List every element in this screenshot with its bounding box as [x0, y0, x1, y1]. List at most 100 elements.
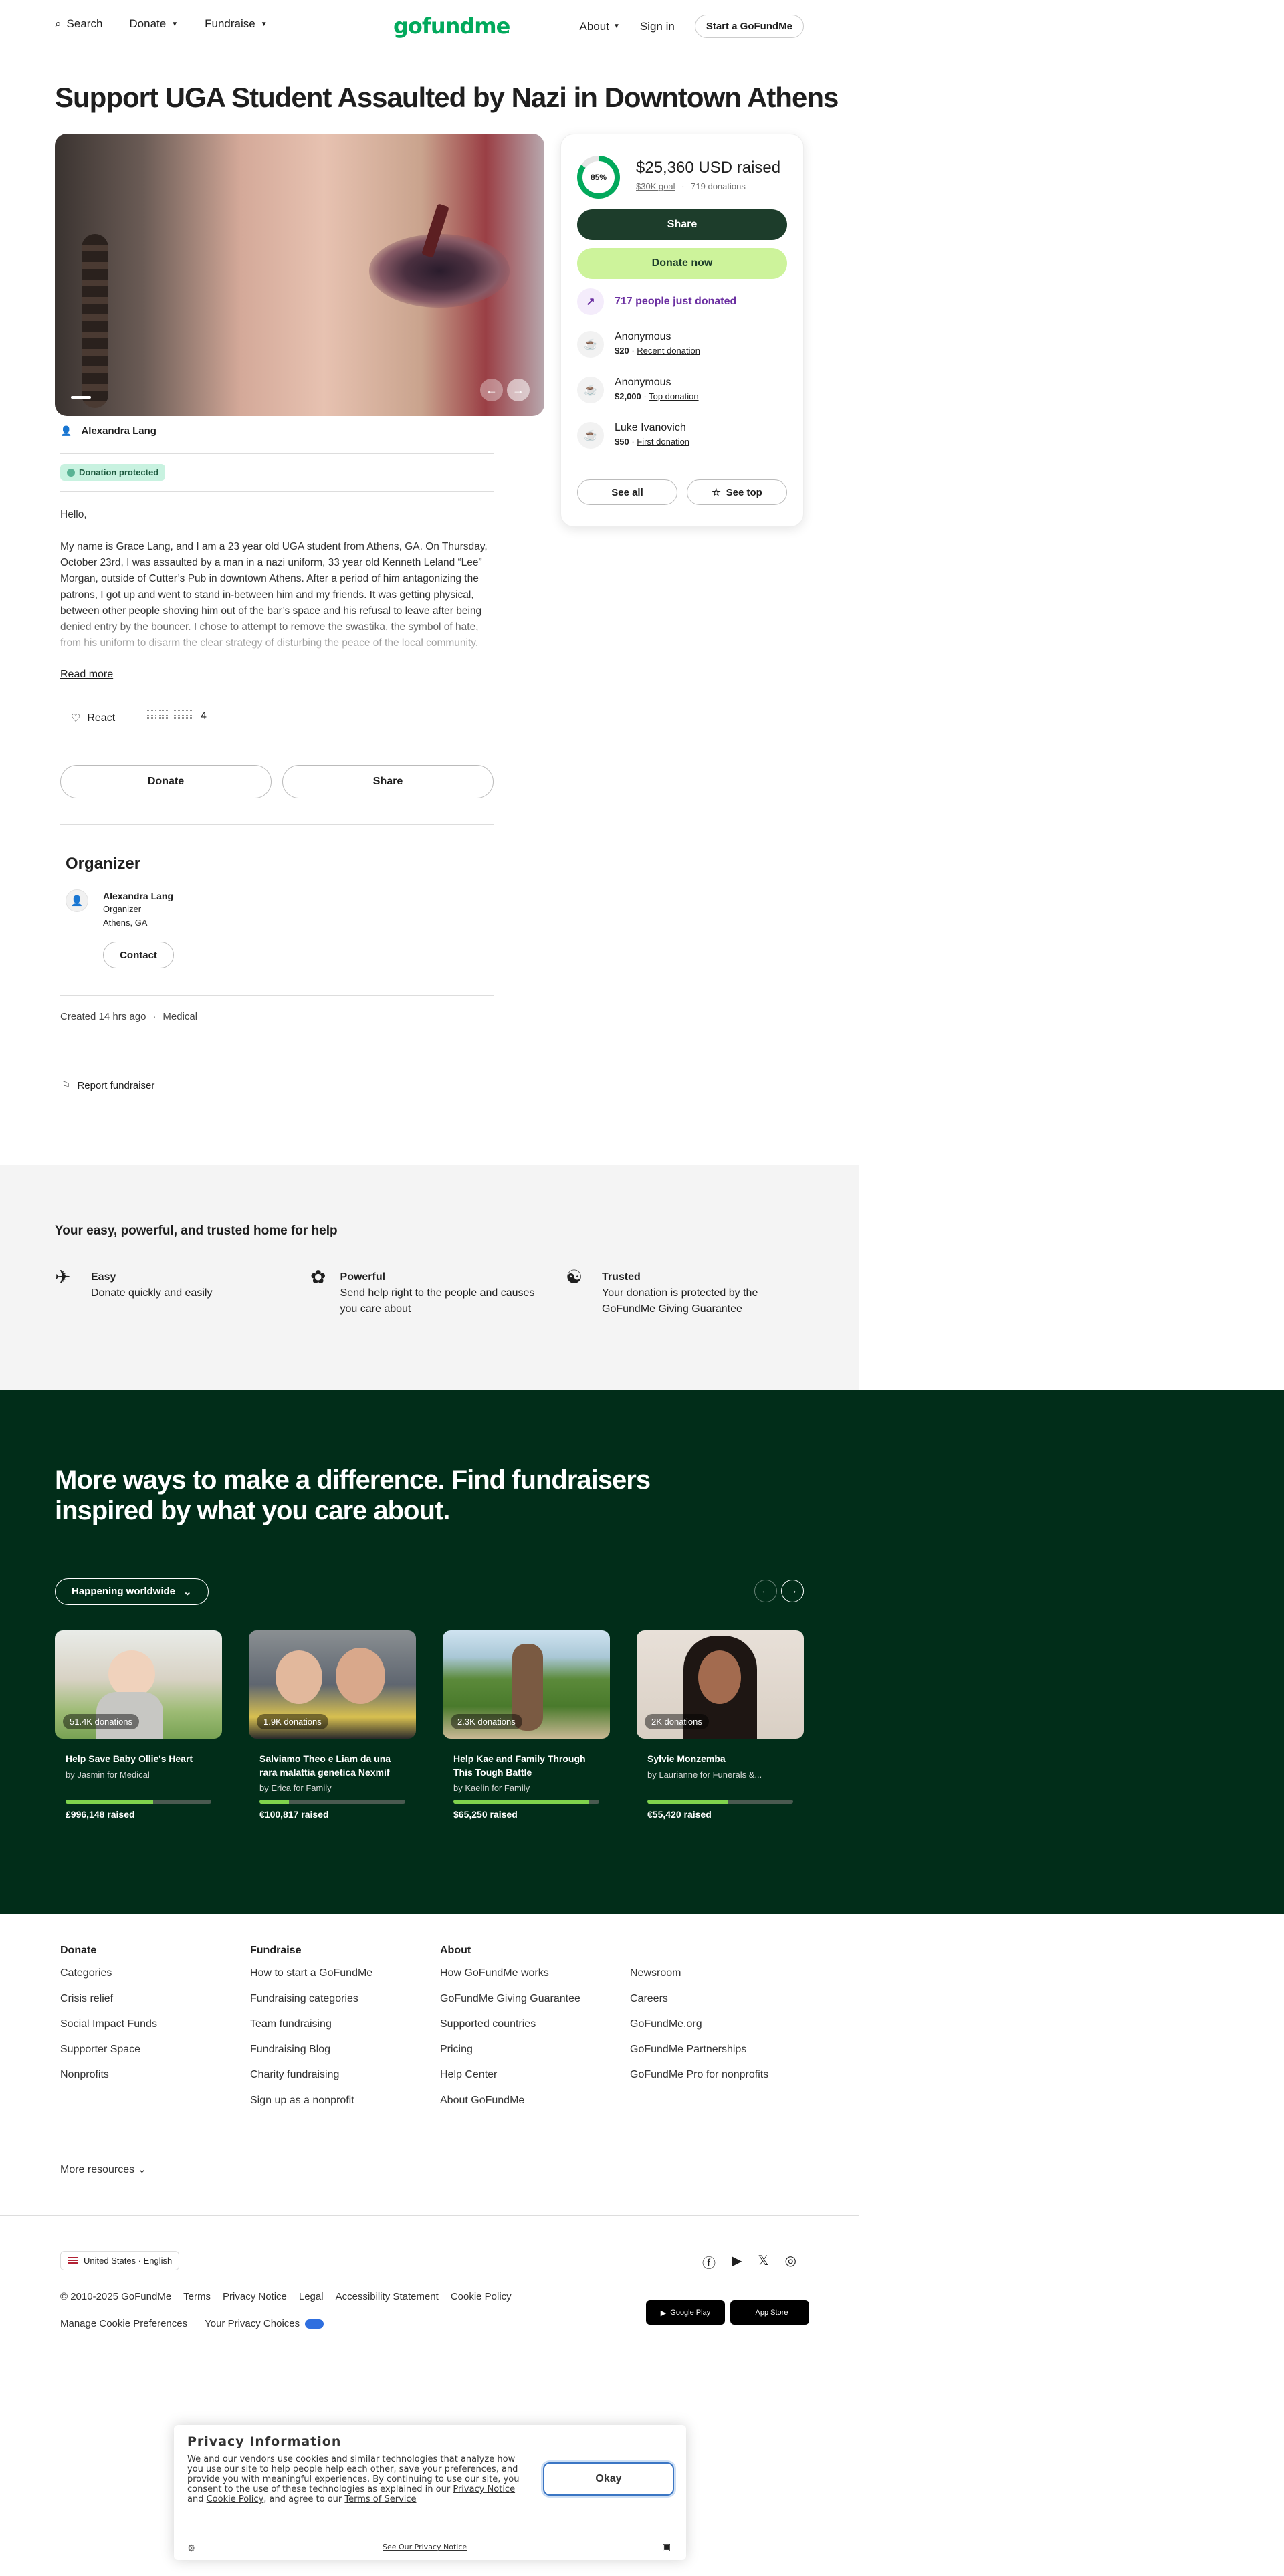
fundraiser-card[interactable]: 51.4K donations Help Save Baby Ollie's H… [55, 1630, 222, 1820]
react-button[interactable]: ♡ React [71, 712, 115, 725]
privacy-toggle-icon [305, 2319, 324, 2329]
footer-link[interactable]: How to start a GoFundMe [250, 1967, 372, 1979]
progress-bar [647, 1800, 793, 1804]
fundraiser-image: 2.3K donations [443, 1630, 610, 1739]
flag-icon: ⚐ [62, 1080, 71, 1091]
contact-button[interactable]: Contact [103, 942, 174, 968]
trending-up-icon: ↗ [577, 288, 604, 315]
sign-in-link[interactable]: Sign in [640, 20, 675, 33]
footer-link[interactable]: Pricing [440, 2044, 580, 2056]
user-icon: 👤 [60, 425, 72, 436]
donate-button[interactable]: Donate [60, 765, 272, 798]
footer-link[interactable]: How GoFundMe works [440, 1967, 580, 1979]
divider [60, 995, 494, 996]
youtube-icon[interactable]: ▶ [732, 2252, 742, 2272]
okay-button[interactable]: Okay [543, 2462, 674, 2496]
social-links: ⓕ ▶ 𝕏 ◎ [702, 2252, 796, 2272]
footer-link[interactable]: Nonprofits [60, 2069, 157, 2081]
fundraiser-card[interactable]: 1.9K donations Salviamo Theo e Liam da u… [249, 1630, 416, 1820]
read-more-link[interactable]: Read more [60, 669, 113, 681]
reaction-summary[interactable]: 🏽 🏽 🏽🏽 4 [146, 710, 207, 722]
search-icon: ⌕ [55, 17, 62, 30]
fundraise-menu[interactable]: Fundraise ▼ [205, 17, 268, 31]
footer-link[interactable]: Fundraising Blog [250, 2044, 372, 2056]
fundraiser-card[interactable]: 2.3K donations Help Kae and Family Throu… [443, 1630, 610, 1820]
chevron-down-icon: ▼ [613, 23, 620, 30]
donate-now-button[interactable]: Donate now [577, 248, 787, 279]
footer-link[interactable]: GoFundMe.org [630, 2018, 768, 2030]
donation-hand-icon: ☕ [577, 422, 604, 449]
more-resources-toggle[interactable]: More resources ⌄ [60, 2163, 146, 2176]
footer-link[interactable]: Charity fundraising [250, 2069, 372, 2081]
carousel-next-button[interactable]: → [781, 1580, 804, 1602]
cookie-settings-icon[interactable]: ▣ [662, 2541, 671, 2553]
fundraiser-image: 2K donations [637, 1630, 804, 1739]
footer-link[interactable]: Terms [183, 2291, 211, 2302]
carousel-prev-button[interactable]: ← [480, 379, 503, 401]
created-info: Created 14 hrs ago · Medical [60, 1011, 198, 1023]
footer-link[interactable]: Supported countries [440, 2018, 580, 2030]
footer-link[interactable]: Newsroom [630, 1967, 768, 1979]
footer-link[interactable]: Privacy Notice [223, 2291, 287, 2302]
carousel-prev-button[interactable]: ← [754, 1580, 777, 1602]
footer-link[interactable]: Legal [299, 2291, 324, 2302]
donate-menu[interactable]: Donate ▼ [129, 17, 178, 31]
footer-link[interactable]: Sign up as a nonprofit [250, 2095, 372, 2107]
footer-link[interactable]: GoFundMe Partnerships [630, 2044, 768, 2056]
site-header: ⌕ Search Donate ▼ Fundraise ▼ gofundme Abo… [0, 0, 1284, 52]
fundraiser-card[interactable]: 2K donations Sylvie Monzemba by Lauriann… [637, 1630, 804, 1820]
goal-info: $30K goal · 719 donations [636, 181, 746, 191]
instagram-icon[interactable]: ◎ [785, 2252, 796, 2272]
carousel-next-button[interactable]: → [507, 379, 530, 401]
see-privacy-notice-link[interactable]: See Our Privacy Notice [383, 2543, 467, 2551]
privacy-choices-link[interactable]: Your Privacy Choices [205, 2318, 324, 2329]
giving-guarantee-link[interactable]: GoFundMe Giving Guarantee [602, 1303, 742, 1315]
progress-bar [259, 1800, 405, 1804]
share-button[interactable]: Share [282, 765, 494, 798]
see-all-button[interactable]: See all [577, 479, 677, 505]
footer-link[interactable]: GoFundMe Pro for nonprofits [630, 2069, 768, 2081]
x-icon[interactable]: 𝕏 [758, 2252, 768, 2272]
gear-icon[interactable]: ⚙ [187, 2543, 196, 2554]
see-top-button[interactable]: ☆ See top [687, 479, 787, 505]
organizer-info: Alexandra Lang Organizer Athens, GA [103, 891, 174, 928]
campaign-photo[interactable]: ← → [55, 134, 544, 416]
footer-link[interactable]: Categories [60, 1967, 157, 1979]
footer-link[interactable]: Accessibility Statement [336, 2291, 439, 2302]
footer-link[interactable]: About GoFundMe [440, 2095, 580, 2107]
cookie-policy-link[interactable]: Cookie Policy [207, 2494, 264, 2504]
report-fundraiser-link[interactable]: ⚐ Report fundraiser [62, 1079, 154, 1092]
footer-link[interactable]: Help Center [440, 2069, 580, 2081]
trust-section: Your easy, powerful, and trusted home fo… [0, 1165, 859, 1390]
footer-column-about: About How GoFundMe works GoFundMe Giving… [440, 1945, 580, 2107]
card-share-button[interactable]: Share [577, 209, 787, 240]
footer-link[interactable]: Careers [630, 1993, 768, 2005]
donor-row: ☕ Luke Ivanovich $50 · First donation [577, 422, 689, 449]
footer-link[interactable]: Team fundraising [250, 2018, 372, 2030]
footer-link[interactable]: Crisis relief [60, 1993, 157, 2005]
footer-link[interactable]: GoFundMe Giving Guarantee [440, 1993, 580, 2005]
location-filter[interactable]: Happening worldwide ⌄ [55, 1578, 209, 1605]
privacy-notice-link[interactable]: Privacy Notice [453, 2484, 515, 2494]
footer-link[interactable]: Supporter Space [60, 2044, 157, 2056]
about-menu[interactable]: About ▼ [580, 20, 620, 33]
footer-link[interactable]: Social Impact Funds [60, 2018, 157, 2030]
chevron-down-icon: ⌄ [183, 1586, 192, 1598]
footer-link[interactable]: Fundraising categories [250, 1993, 372, 2005]
footer-link[interactable]: Cookie Policy [451, 2291, 512, 2302]
google-play-badge[interactable]: ▶ Google Play [646, 2300, 725, 2325]
arrow-left-icon: ← [486, 383, 498, 397]
gofundme-logo[interactable]: gofundme [393, 13, 510, 39]
search-button[interactable]: ⌕ Search [55, 17, 102, 31]
app-store-badge[interactable]: App Store [730, 2300, 809, 2325]
facebook-icon[interactable]: ⓕ [702, 2252, 716, 2272]
category-link[interactable]: Medical [163, 1011, 197, 1023]
donation-protected-badge[interactable]: Donation protected [60, 464, 166, 481]
locale-selector[interactable]: United States · English [60, 2251, 180, 2270]
divider [0, 2215, 859, 2216]
star-icon: ☆ [712, 487, 721, 498]
terms-link[interactable]: Terms of Service [344, 2494, 416, 2504]
manage-cookies-link[interactable]: Manage Cookie Preferences [60, 2318, 187, 2329]
user-icon: 👤 [70, 895, 84, 907]
start-gofundme-button[interactable]: Start a GoFundMe [694, 15, 804, 38]
